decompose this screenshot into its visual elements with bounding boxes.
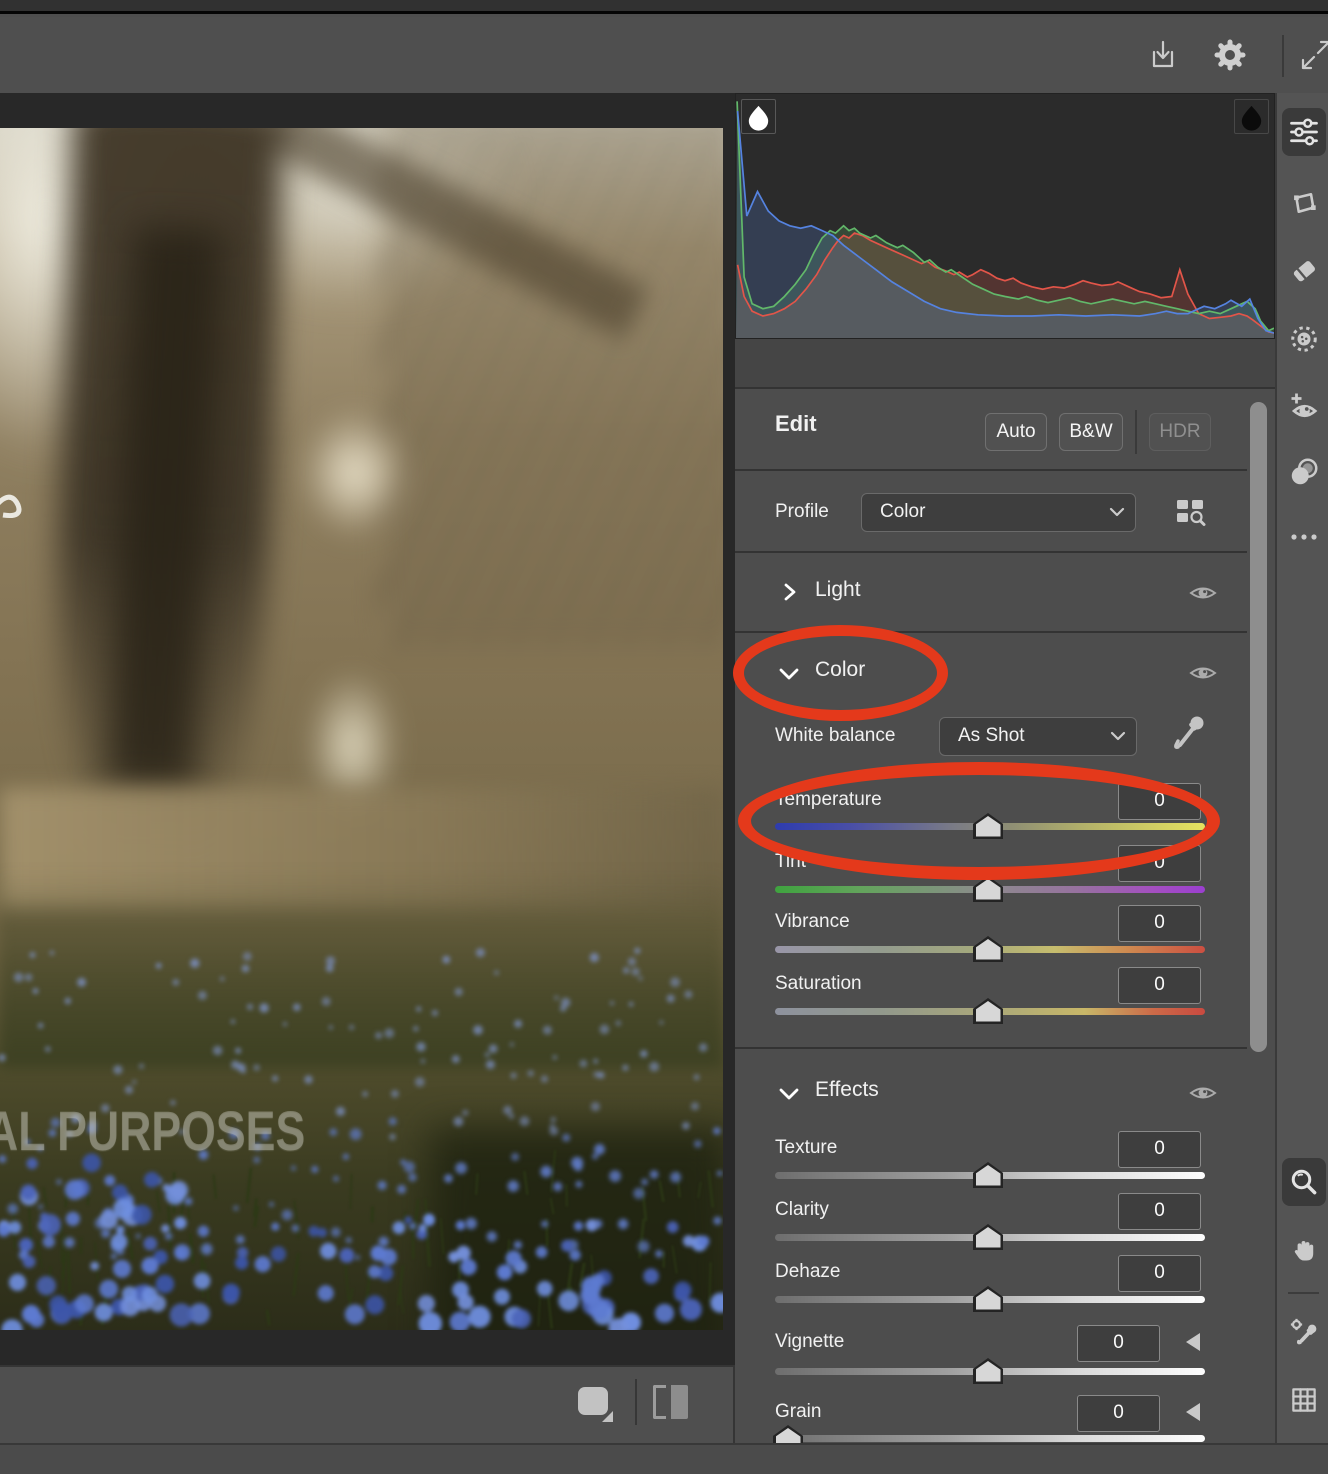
temperature-label: Temperature — [775, 789, 882, 811]
white-balance-value: As Shot — [958, 725, 1025, 746]
toolbar-divider — [1282, 35, 1284, 77]
watermark-text: AL PURPOSES — [0, 1098, 305, 1163]
grain-slider[interactable] — [775, 1435, 1205, 1442]
shadow-clipping-indicator[interactable] — [741, 99, 776, 134]
masking-tool-icon[interactable] — [1282, 315, 1326, 363]
profile-browser-icon[interactable] — [1172, 495, 1208, 529]
saturation-value[interactable]: 0 — [1118, 967, 1201, 1004]
grain-value[interactable]: 0 — [1077, 1395, 1160, 1432]
crop-tool-icon[interactable] — [1282, 179, 1326, 227]
sidebar-divider — [1288, 1292, 1319, 1294]
tint-slider[interactable] — [775, 886, 1205, 893]
white-balance-selector-icon[interactable] — [1282, 1308, 1326, 1356]
edit-sliders-icon[interactable] — [1282, 108, 1326, 156]
photo-viewport: AL PURPOSES — [0, 93, 735, 1365]
saturation-slider[interactable] — [775, 1008, 1205, 1015]
hand-tool-icon[interactable] — [1282, 1226, 1326, 1274]
more-tools-icon[interactable] — [1282, 513, 1326, 561]
vignette-label: Vignette — [775, 1331, 844, 1353]
tint-label: Tint — [775, 851, 806, 873]
white-balance-label: White balance — [775, 725, 895, 747]
temperature-value[interactable]: 0 — [1118, 783, 1201, 820]
photo-editor-window: AL PURPOSES Edit Auto B&W HDR — [0, 0, 1328, 1474]
clarity-value[interactable]: 0 — [1118, 1193, 1201, 1230]
healing-eraser-icon[interactable] — [1282, 246, 1326, 294]
effects-visibility-eye-icon[interactable] — [1188, 1082, 1218, 1104]
panel-title: Edit — [775, 413, 817, 435]
texture-label: Texture — [775, 1137, 837, 1159]
auto-button[interactable]: Auto — [985, 413, 1047, 451]
profile-label: Profile — [775, 501, 829, 523]
fullscreen-icon[interactable] — [1298, 37, 1328, 73]
vibrance-slider[interactable] — [775, 946, 1205, 953]
tool-sidebar — [1275, 93, 1328, 1443]
settings-gear-icon[interactable] — [1212, 37, 1248, 73]
vibrance-value[interactable]: 0 — [1118, 905, 1201, 942]
white-balance-dropdown[interactable]: As Shot — [939, 717, 1137, 756]
color-visibility-eye-icon[interactable] — [1188, 662, 1218, 684]
light-expand-chevron-icon[interactable] — [781, 582, 799, 602]
photo-canvas[interactable]: AL PURPOSES — [0, 128, 723, 1330]
hdr-button[interactable]: HDR — [1149, 413, 1211, 451]
tint-value[interactable]: 0 — [1118, 845, 1201, 882]
texture-value[interactable]: 0 — [1118, 1131, 1201, 1168]
view-mode-icon[interactable] — [578, 1387, 608, 1415]
grid-overlay-icon[interactable] — [1282, 1376, 1326, 1424]
dehaze-slider[interactable] — [775, 1296, 1205, 1303]
texture-slider[interactable] — [775, 1172, 1205, 1179]
zoom-tool-icon[interactable] — [1282, 1158, 1326, 1206]
clarity-slider[interactable] — [775, 1234, 1205, 1241]
info-strip — [735, 339, 1275, 389]
vibrance-label: Vibrance — [775, 911, 850, 933]
dehaze-value[interactable]: 0 — [1118, 1255, 1201, 1292]
bottom-status-bar — [0, 1443, 1328, 1474]
effects-collapse-chevron-icon[interactable] — [778, 1085, 800, 1103]
panel-scrollbar[interactable] — [1250, 402, 1267, 1052]
saturation-label: Saturation — [775, 973, 862, 995]
photo-watermark-swirl — [0, 497, 19, 515]
chevron-down-icon — [1109, 506, 1125, 518]
before-after-icon[interactable] — [653, 1385, 693, 1419]
export-icon[interactable] — [1145, 37, 1181, 73]
presets-icon[interactable] — [1282, 448, 1326, 496]
view-bottom-bar — [0, 1365, 735, 1443]
chevron-down-icon — [1110, 730, 1126, 742]
grain-expand-arrow-icon[interactable] — [1186, 1403, 1200, 1421]
bw-button[interactable]: B&W — [1059, 413, 1123, 451]
profile-value: Color — [880, 501, 925, 522]
vignette-value[interactable]: 0 — [1077, 1325, 1160, 1362]
temperature-slider[interactable] — [775, 823, 1205, 830]
color-collapse-chevron-icon[interactable] — [778, 665, 800, 683]
section-light-header[interactable]: Light — [815, 579, 861, 601]
light-visibility-eye-icon[interactable] — [1188, 582, 1218, 604]
profile-dropdown[interactable]: Color — [861, 493, 1136, 532]
white-balance-eyedropper-icon[interactable] — [1168, 711, 1208, 755]
vignette-slider[interactable] — [775, 1368, 1205, 1375]
vignette-expand-arrow-icon[interactable] — [1186, 1333, 1200, 1351]
histogram[interactable] — [735, 93, 1275, 339]
clarity-label: Clarity — [775, 1199, 829, 1221]
grain-label: Grain — [775, 1401, 821, 1423]
viewbar-divider — [635, 1379, 637, 1425]
section-effects-header[interactable]: Effects — [815, 1079, 879, 1101]
highlight-clipping-indicator[interactable] — [1234, 99, 1269, 134]
top-toolbar — [0, 17, 1328, 93]
header-divider — [1135, 410, 1137, 454]
edit-panel: Edit Auto B&W HDR Profile Color Light — [735, 93, 1275, 1443]
section-color-header[interactable]: Color — [815, 659, 865, 681]
red-eye-tool-icon[interactable] — [1282, 382, 1326, 430]
dehaze-label: Dehaze — [775, 1261, 841, 1283]
title-bar — [0, 0, 1328, 14]
